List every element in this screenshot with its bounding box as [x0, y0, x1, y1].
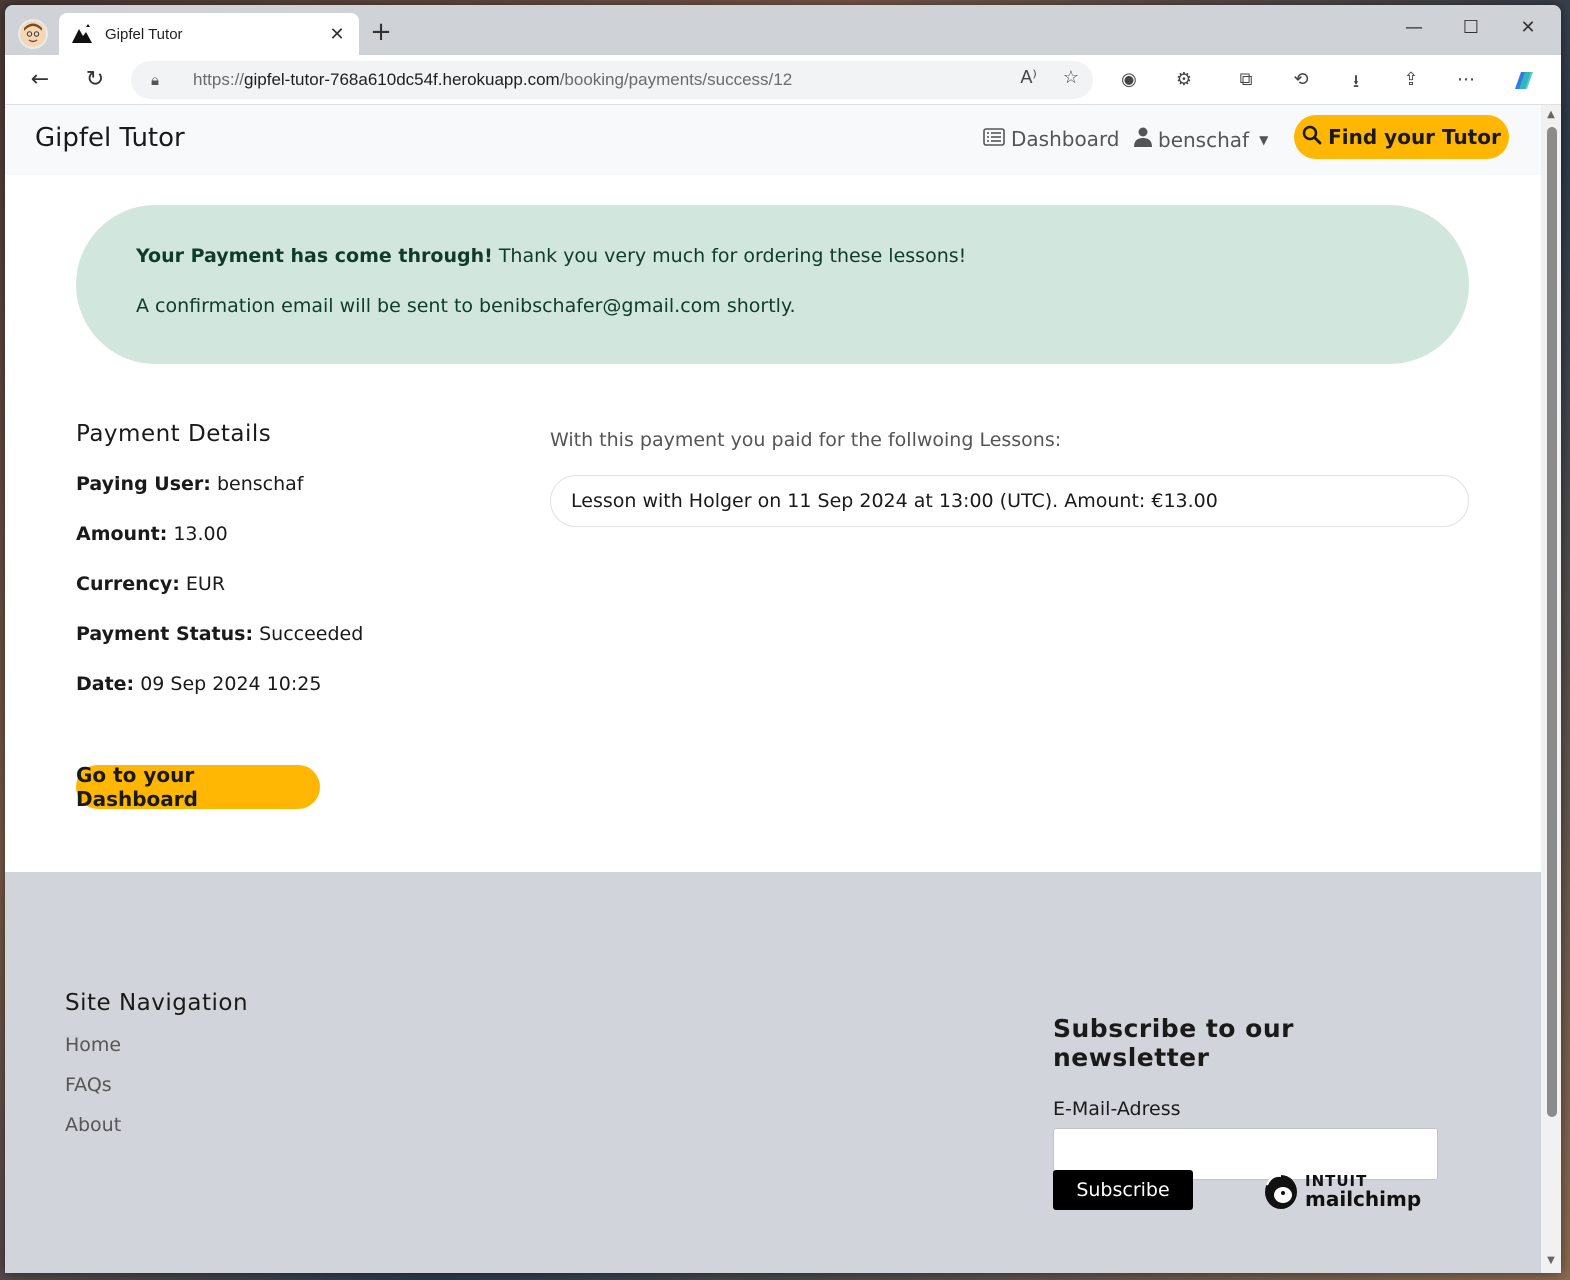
read-aloud-icon[interactable]: A⁾ — [1020, 67, 1036, 88]
maximize-icon[interactable]: ☐ — [1456, 17, 1486, 38]
detail-value: benschaf — [216, 473, 304, 495]
list-icon — [983, 127, 1005, 151]
detail-row-date: Date: 09 Sep 2024 10:25 — [76, 673, 516, 695]
user-icon — [1134, 127, 1152, 152]
footer-link-faqs[interactable]: FAQs — [65, 1074, 248, 1096]
detail-label: Paying User: — [76, 473, 211, 495]
dashboard-link[interactable]: Dashboard — [983, 127, 1120, 151]
payment-details: Payment Details Paying User: benschaf Am… — [76, 421, 516, 723]
detail-label: Date: — [76, 673, 135, 695]
email-label: E-Mail-Adress — [1053, 1098, 1181, 1120]
lesson-list-item: Lesson with Holger on 11 Sep 2024 at 13:… — [550, 475, 1469, 527]
detail-row-status: Payment Status: Succeeded — [76, 623, 516, 645]
refresh-icon[interactable]: ↻ — [80, 65, 110, 95]
close-window-icon[interactable]: ✕ — [1513, 17, 1543, 38]
user-menu-dropdown[interactable]: benschaf ▼ — [1134, 127, 1268, 152]
user-menu-label: benschaf — [1158, 127, 1250, 152]
tab-title: Gipfel Tutor — [105, 25, 183, 43]
footer-link-about[interactable]: About — [65, 1114, 248, 1136]
back-icon[interactable]: ← — [25, 65, 55, 95]
profile-avatar[interactable] — [18, 19, 48, 49]
url-path: /booking/payments/success/12 — [559, 70, 793, 89]
detail-label: Currency: — [76, 573, 180, 595]
payment-success-alert: Your Payment has come through! Thank you… — [76, 205, 1469, 364]
footer-link-home[interactable]: Home — [65, 1034, 248, 1056]
mailchimp-name-text: mailchimp — [1305, 1186, 1422, 1211]
newsletter-form: Subscribe to our newsletter E-Mail-Adres… — [1053, 1014, 1453, 1210]
url-field[interactable]: 🔒︎ https://gipfel-tutor-768a610dc54f.her… — [131, 61, 1093, 99]
extensions-icon[interactable]: ⚙ — [1170, 69, 1198, 93]
scroll-thumb[interactable] — [1547, 127, 1557, 1117]
page-viewport: Gipfel Tutor Dashboard benschaf ▼ Find y… — [5, 105, 1541, 1273]
lessons-intro-text: With this payment you paid for the follw… — [550, 429, 1062, 451]
address-bar: ← ↻ 🔒︎ https://gipfel-tutor-768a610dc54f… — [5, 55, 1561, 105]
copilot-icon[interactable] — [1509, 69, 1537, 93]
extension-avatar-icon[interactable]: ◉ — [1115, 69, 1143, 93]
search-icon — [1302, 125, 1322, 150]
alert-line-1: Your Payment has come through! Thank you… — [136, 245, 1409, 267]
page-scrollbar[interactable]: ▲ ▼ — [1541, 105, 1561, 1273]
mailchimp-wordmark: INTUIT mailchimp — [1305, 1173, 1422, 1211]
payment-details-heading: Payment Details — [76, 421, 272, 447]
avatar-icon — [20, 21, 46, 47]
more-menu-icon[interactable]: ⋯ — [1452, 69, 1480, 93]
close-tab-icon[interactable]: ✕ — [327, 24, 347, 45]
footer-nav-heading: Site Navigation — [65, 990, 249, 1016]
detail-label: Amount: — [76, 523, 168, 545]
footer-site-navigation: Site Navigation Home FAQs About — [65, 990, 248, 1154]
history-icon[interactable]: ⟲ — [1287, 69, 1315, 93]
share-icon[interactable]: ⇪ — [1397, 69, 1425, 93]
alert-headline: Your Payment has come through! — [136, 245, 493, 267]
mailchimp-logo[interactable]: INTUIT mailchimp — [1261, 1171, 1421, 1211]
lock-icon: 🔒︎ — [151, 71, 159, 89]
browser-window: Gipfel Tutor ✕ + — ☐ ✕ ← ↻ 🔒︎ https://gi… — [5, 5, 1561, 1273]
detail-value: EUR — [185, 573, 226, 595]
tab-gipfel-tutor[interactable]: Gipfel Tutor ✕ — [59, 13, 359, 55]
collections-icon[interactable]: ⧉ — [1232, 69, 1260, 93]
url-scheme: https:// — [193, 70, 245, 89]
mountain-icon — [72, 24, 92, 43]
scroll-down-icon[interactable]: ▼ — [1545, 1255, 1557, 1266]
subscribe-button[interactable]: Subscribe — [1053, 1170, 1193, 1210]
new-tab-icon[interactable]: + — [367, 19, 395, 45]
site-navbar: Gipfel Tutor Dashboard benschaf ▼ Find y… — [5, 105, 1541, 175]
caret-down-icon: ▼ — [1259, 132, 1269, 147]
detail-value: 09 Sep 2024 10:25 — [140, 673, 322, 695]
find-tutor-label: Find your Tutor — [1328, 125, 1501, 149]
alert-email-line: A confirmation email will be sent to ben… — [136, 295, 796, 317]
site-footer: Site Navigation Home FAQs About Subscrib… — [5, 872, 1541, 1273]
detail-row-user: Paying User: benschaf — [76, 473, 516, 495]
scroll-up-icon[interactable]: ▲ — [1545, 109, 1557, 120]
tab-strip: Gipfel Tutor ✕ + — ☐ ✕ — [5, 5, 1561, 55]
detail-value: 13.00 — [173, 523, 228, 545]
find-tutor-button[interactable]: Find your Tutor — [1294, 115, 1509, 159]
url-host: gipfel-tutor-768a610dc54f.herokuapp.com — [244, 70, 560, 89]
minimize-icon[interactable]: — — [1399, 17, 1429, 38]
brand-logo-text[interactable]: Gipfel Tutor — [35, 123, 185, 153]
mailchimp-freddie-icon — [1265, 1174, 1297, 1209]
go-to-dashboard-button[interactable]: Go to your Dashboard — [76, 763, 320, 811]
detail-label: Payment Status: — [76, 623, 254, 645]
favorite-star-icon[interactable]: ☆ — [1063, 67, 1079, 88]
downloads-icon[interactable]: ⭳ — [1342, 69, 1370, 93]
detail-row-currency: Currency: EUR — [76, 573, 516, 595]
detail-value: Succeeded — [259, 623, 364, 645]
dashboard-link-label: Dashboard — [1011, 127, 1120, 151]
alert-message: Thank you very much for ordering these l… — [498, 245, 967, 267]
detail-row-amount: Amount: 13.00 — [76, 523, 516, 545]
newsletter-heading: Subscribe to our newsletter — [1053, 1014, 1294, 1072]
